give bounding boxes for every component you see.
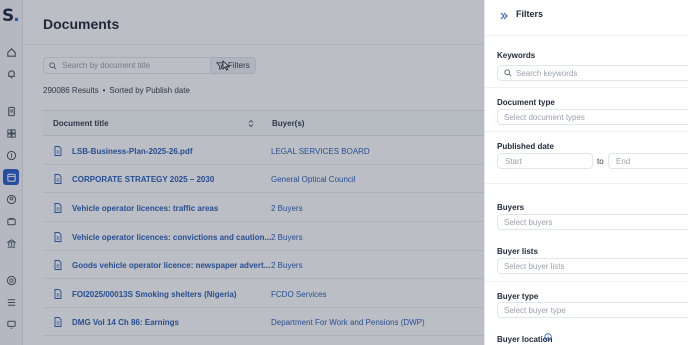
buyer-type-label: Buyer type [497,292,539,301]
document-type-placeholder: Select document types [504,112,585,122]
date-range-separator: to [597,157,604,166]
buyer-lists-select[interactable]: Select buyer lists [497,258,688,274]
buyer-type-select[interactable]: Select buyer type [497,302,688,318]
buyers-placeholder: Select buyers [504,217,553,227]
buyers-select[interactable]: Select buyers [497,214,688,230]
modal-backdrop[interactable] [0,0,484,345]
start-date-input[interactable]: Start [497,153,593,169]
search-icon [504,69,512,77]
buyers-label: Buyers [497,203,525,212]
end-date-input[interactable]: End [608,153,688,169]
filter-divider [485,281,688,282]
drawer-title: Filters [516,9,544,19]
drawer-header: Filters [485,0,688,36]
document-type-label: Document type [497,98,555,107]
filters-drawer: Filters Keywords Search keywords Documen… [484,0,688,345]
buyer-lists-placeholder: Select buyer lists [504,261,565,271]
collapse-drawer-icon[interactable] [499,11,509,21]
keywords-placeholder: Search keywords [516,68,578,78]
end-date-placeholder: End [616,156,631,166]
filter-divider [485,131,688,132]
document-type-select[interactable]: Select document types [497,109,688,125]
start-date-placeholder: Start [505,156,522,166]
keywords-input[interactable]: Search keywords [497,65,688,81]
info-icon[interactable] [544,333,552,341]
buyer-type-placeholder: Select buyer type [504,305,566,315]
filter-divider [485,87,688,88]
filter-divider [485,183,688,184]
published-date-label: Published date [497,142,554,151]
keywords-label: Keywords [497,51,536,60]
buyer-lists-label: Buyer lists [497,247,538,256]
